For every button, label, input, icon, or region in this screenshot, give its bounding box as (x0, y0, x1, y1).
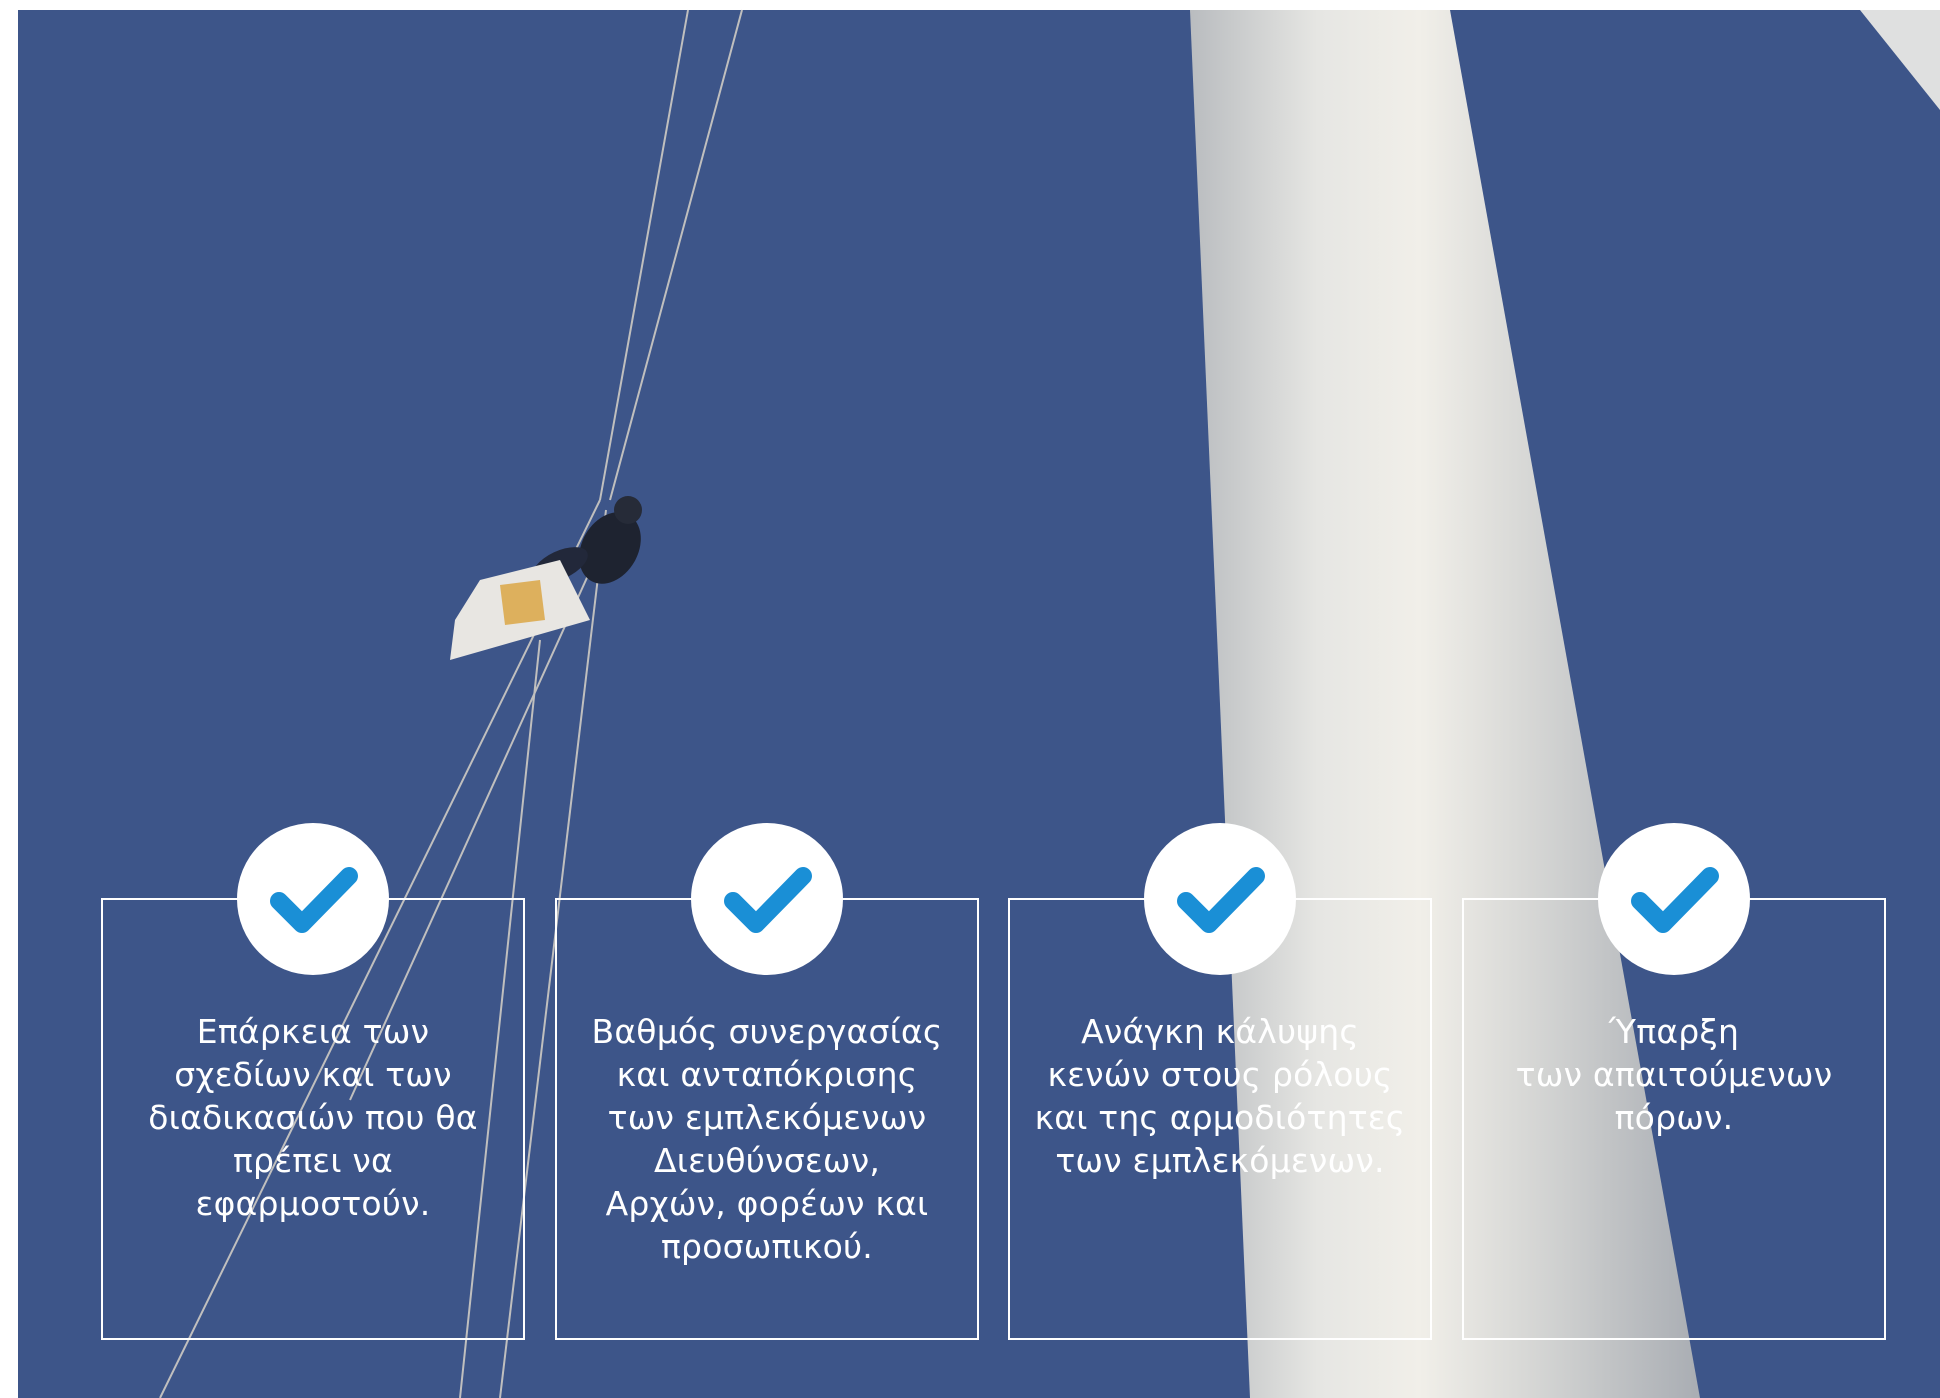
criterion-text: Ύπαρξη των απαιτούμενων πόρων. (1515, 1012, 1833, 1137)
checkmark-icon (1598, 823, 1750, 975)
criterion-text: Ανάγκη κάλυψης κενών στους ρόλους και τη… (1034, 1012, 1406, 1180)
checkmark-icon (1144, 823, 1296, 975)
checkmark-icon (237, 823, 389, 975)
criterion-text: Επάρκεια των σχεδίων και των διαδικασιών… (148, 1012, 478, 1223)
checkmark-icon (691, 823, 843, 975)
criterion-text: Βαθμός συνεργασίας και ανταπόκρισης των … (591, 1012, 943, 1266)
